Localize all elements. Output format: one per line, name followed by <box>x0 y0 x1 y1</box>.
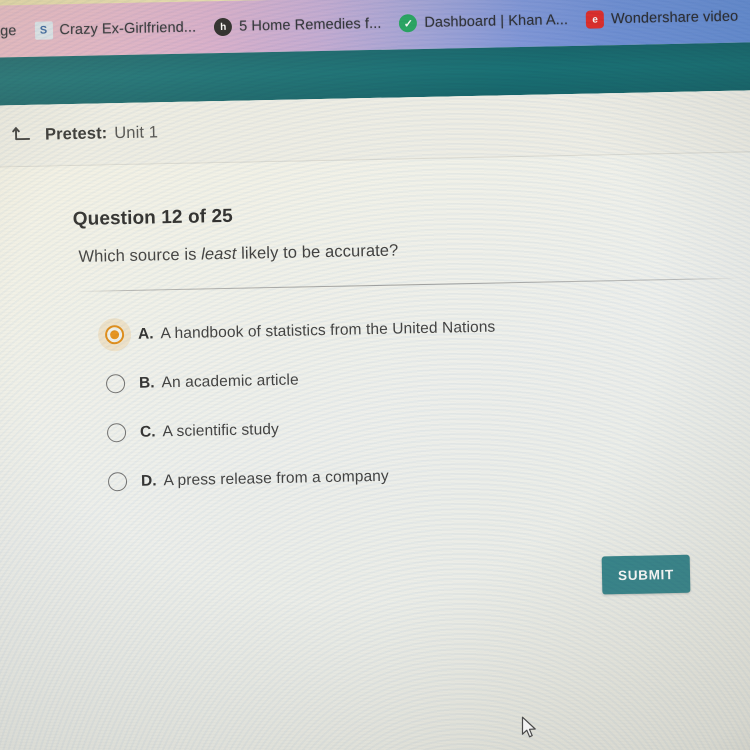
radio-button-c[interactable] <box>106 423 127 443</box>
bookmark-item-crazy-ex-girlfriend[interactable]: S Crazy Ex-Girlfriend... <box>25 7 206 51</box>
choice-text-a: A handbook of statistics from the United… <box>160 318 496 342</box>
home-remedies-icon: h <box>214 17 233 37</box>
choice-text-b: An academic article <box>161 371 299 391</box>
page-body: Pretest: Unit 1 Question 12 of 25 Which … <box>0 90 750 750</box>
back-arrow-icon[interactable] <box>11 124 33 146</box>
bookmark-icon-glyph: h <box>220 21 227 33</box>
choice-text-d: A press release from a company <box>163 467 389 489</box>
question-prompt-emphasis: least <box>200 244 237 264</box>
choice-text-c: A scientific study <box>162 420 280 440</box>
bookmark-item-age[interactable]: age <box>0 11 26 52</box>
answer-choice-list: A. A handbook of statistics from the Uni… <box>104 303 709 501</box>
bookmark-icon-glyph: S <box>39 24 48 37</box>
bookmark-icon-glyph: ✓ <box>403 17 414 30</box>
bookmark-label: Wondershare video <box>610 8 739 28</box>
submit-button[interactable]: SUBMIT <box>601 554 691 595</box>
answer-choice-a[interactable]: A. A handbook of statistics from the Uni… <box>104 303 706 354</box>
quiz-content: Question 12 of 25 Which source is least … <box>0 152 750 750</box>
radio-button-d[interactable] <box>107 471 128 492</box>
choice-letter-d: D. <box>140 471 157 490</box>
answer-choice-c[interactable]: C. A scientific study <box>106 401 708 452</box>
screen-photograph: age S Crazy Ex-Girlfriend... h 5 Home Re… <box>0 0 750 750</box>
section-divider <box>76 277 739 292</box>
answer-choice-b[interactable]: B. An academic article <box>105 352 707 403</box>
screen-surface: age S Crazy Ex-Girlfriend... h 5 Home Re… <box>0 0 750 750</box>
question-prompt: Which source is least likely to be accur… <box>78 242 398 267</box>
khan-academy-icon: ✓ <box>399 14 418 33</box>
bookmark-label: Crazy Ex-Girlfriend... <box>59 19 197 39</box>
wondershare-icon: e <box>585 10 605 29</box>
radio-button-b[interactable] <box>105 374 126 394</box>
bookmark-item-wondershare-video[interactable]: e Wondershare video <box>577 0 748 40</box>
crazy-ex-girlfriend-icon: S <box>34 21 53 40</box>
choice-letter-a: A. <box>137 324 154 343</box>
bookmark-label: Dashboard | Khan A... <box>424 12 569 31</box>
bookmark-icon-glyph: e <box>592 13 598 26</box>
question-prompt-prefix: Which source is <box>78 245 202 266</box>
bookmark-label: 5 Home Remedies f... <box>239 15 382 35</box>
bookmark-item-home-remedies[interactable]: h 5 Home Remedies f... <box>205 4 391 48</box>
bookmark-item-khan-academy-dashboard[interactable]: ✓ Dashboard | Khan A... <box>390 0 577 44</box>
question-prompt-suffix: likely to be accurate? <box>236 241 399 263</box>
bookmark-label: age <box>0 23 17 40</box>
answer-choice-d[interactable]: D. A press release from a company <box>107 450 709 501</box>
breadcrumb-value: Unit 1 <box>114 123 159 143</box>
breadcrumb-label: Pretest: <box>44 124 108 144</box>
choice-letter-b: B. <box>138 373 155 392</box>
radio-button-a[interactable] <box>104 325 125 345</box>
choice-letter-c: C. <box>139 422 156 441</box>
question-progress: Question 12 of 25 <box>72 205 234 231</box>
